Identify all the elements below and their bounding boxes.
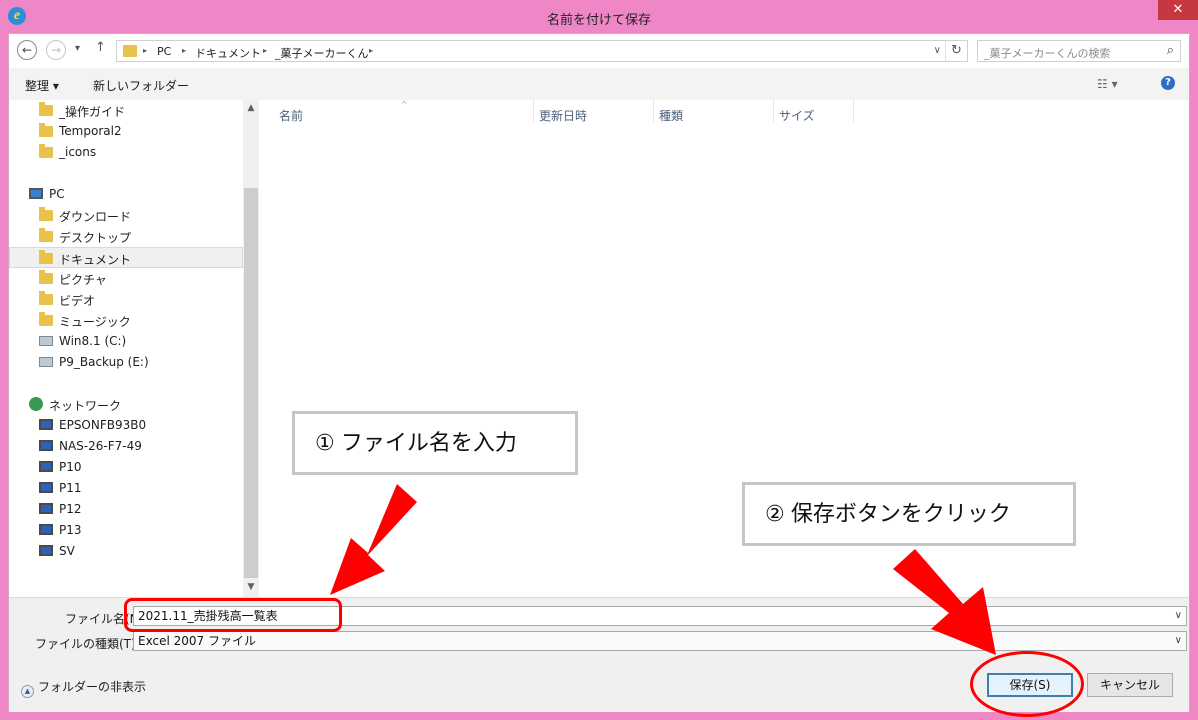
arrow-to-filename: [330, 484, 417, 595]
arrow-to-save-button: [893, 549, 996, 655]
annotation-arrows: [330, 484, 996, 655]
